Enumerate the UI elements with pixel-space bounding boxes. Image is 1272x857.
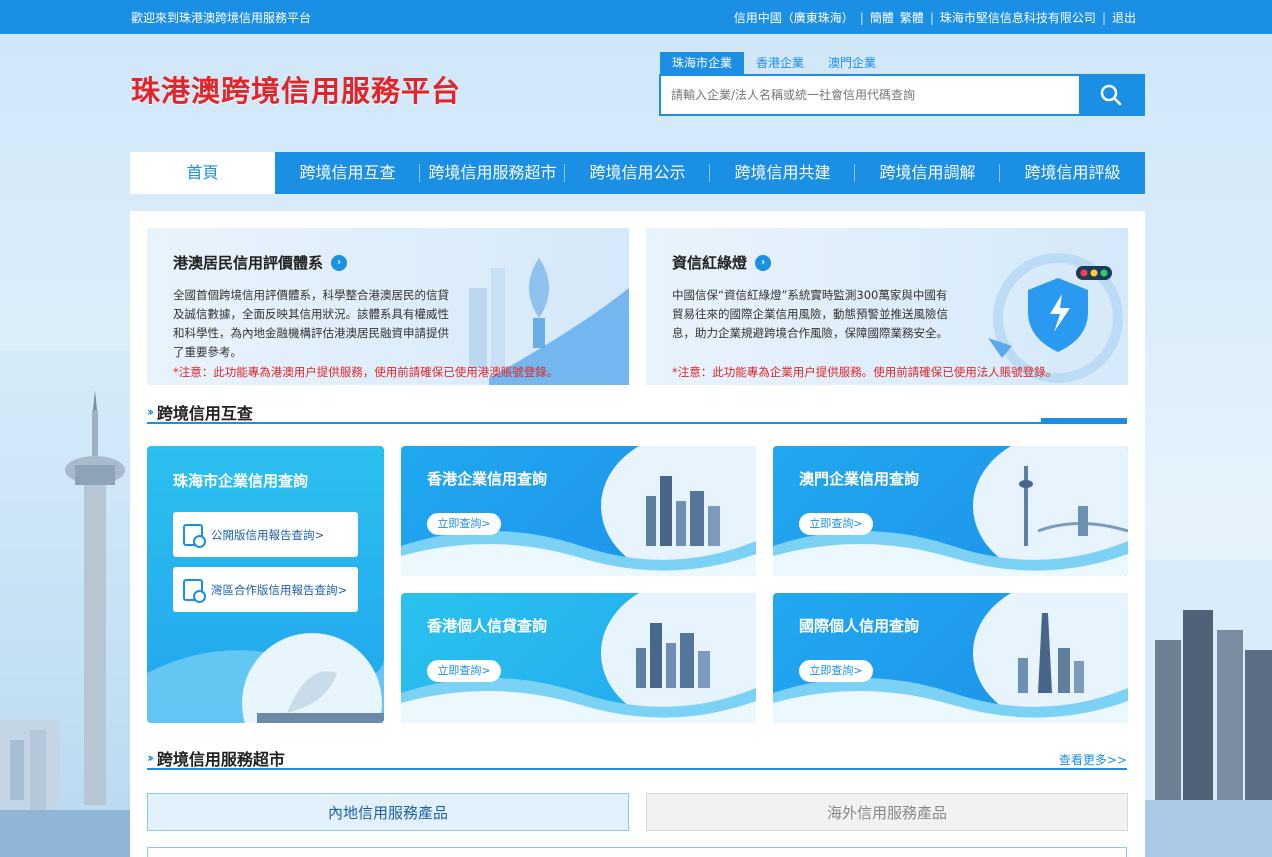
- separator: |: [1101, 10, 1106, 25]
- header-accent: [1041, 418, 1127, 424]
- nav-co-build[interactable]: 跨境信用共建: [710, 152, 855, 194]
- region-link[interactable]: 信用中國（廣東珠海）: [734, 9, 854, 26]
- report-search-icon: [183, 578, 206, 603]
- arrow-right-icon: ›: [755, 254, 772, 271]
- separator: |: [859, 10, 864, 25]
- lang-simplified-link[interactable]: 簡體: [870, 9, 894, 26]
- double-chevron-icon: ››: [147, 751, 154, 765]
- company-link[interactable]: 珠海市堅信信息科技有限公司: [940, 9, 1096, 26]
- top-bar: 歡迎來到珠港澳跨境信用服務平台 信用中國（廣東珠海） | 簡體 繁體 | 珠海市…: [0, 0, 1272, 34]
- nav-mutual-check[interactable]: 跨境信用互查: [275, 152, 420, 194]
- card-title: 國際個人信用查詢: [799, 617, 920, 635]
- lang-traditional-link[interactable]: 繁體: [900, 9, 924, 26]
- top-links: 信用中國（廣東珠海） | 簡體 繁體 | 珠海市堅信信息科技有限公司 | 退出: [734, 9, 1136, 26]
- card-hongkong-enterprise[interactable]: 香港企業信用查詢 立即查詢>: [401, 446, 756, 576]
- search-tab-hongkong[interactable]: 香港企業: [744, 52, 816, 74]
- shield-icon: [988, 253, 1123, 383]
- separator: |: [929, 10, 934, 25]
- query-now-button[interactable]: 立即查詢>: [799, 660, 873, 682]
- section-title: ›› 跨境信用服務超市: [147, 750, 285, 769]
- nav-public-notice[interactable]: 跨境信用公示: [565, 152, 710, 194]
- feature-traffic-light[interactable]: 資信紅綠燈 › 中國信保“資信紅綠燈”系統實時監測300萬家與中國有貿易往來的國際…: [646, 228, 1128, 385]
- card-macau-enterprise[interactable]: 澳門企業信用查詢 立即查詢>: [773, 446, 1128, 576]
- card-zhuhai-enterprise: 珠海市企業信用查詢 公開版信用報告查詢> 灣區合作版信用報告查詢>: [147, 446, 384, 723]
- arrow-right-icon: ›: [331, 254, 348, 271]
- card-title: 香港企業信用查詢: [427, 470, 548, 488]
- report-search-icon: [183, 523, 206, 548]
- bauhinia-sculpture-illustration: [469, 258, 629, 385]
- search-input[interactable]: [661, 76, 1079, 114]
- macau-tower-illustration: [0, 350, 130, 857]
- query-now-button[interactable]: 立即查詢>: [799, 513, 873, 535]
- search-box: [659, 74, 1145, 116]
- search-icon: [1100, 84, 1122, 106]
- query-now-button[interactable]: 立即查詢>: [427, 513, 501, 535]
- public-report-button[interactable]: 公開版信用報告查詢>: [173, 512, 358, 557]
- product-list-container: [147, 847, 1127, 857]
- card-title: 香港個人信貸查詢: [427, 617, 548, 635]
- section-header-mutual-check: ›› 跨境信用互查: [147, 400, 1127, 424]
- search-tabs: 珠海市企業 香港企業 澳門企業: [660, 52, 888, 74]
- search-button[interactable]: [1079, 76, 1143, 114]
- query-now-button[interactable]: 立即查詢>: [427, 660, 501, 682]
- search-tab-zhuhai[interactable]: 珠海市企業: [660, 52, 745, 74]
- feature-desc: 中國信保“資信紅綠燈”系統實時監測300萬家與中國有貿易往來的國際企業信用風險，…: [672, 288, 948, 340]
- logout-link[interactable]: 退出: [1112, 9, 1136, 26]
- card-title: 澳門企業信用查詢: [799, 470, 920, 488]
- tab-overseas-products[interactable]: 海外信用服務產品: [646, 793, 1128, 831]
- feature-desc: 全國首個跨境信用評價體系，科學整合港澳居民的信貸及誠信數據，全面反映其信用狀況。…: [173, 288, 449, 359]
- opera-house-illustration: [147, 633, 384, 723]
- section-title: ›› 跨境信用互查: [147, 404, 253, 423]
- city-buildings-illustration: [1145, 560, 1272, 857]
- search-tab-macau[interactable]: 澳門企業: [816, 52, 888, 74]
- welcome-text: 歡迎來到珠港澳跨境信用服務平台: [131, 11, 312, 25]
- nav-home[interactable]: 首頁: [130, 152, 275, 194]
- card-title: 珠海市企業信用查詢: [173, 472, 309, 490]
- double-chevron-icon: ››: [147, 405, 154, 419]
- feature-resident-credit[interactable]: 港澳居民信用評價體系 › 全國首個跨境信用評價體系，科學整合港澳居民的信貸及誠信數…: [147, 228, 629, 385]
- feature-note: *注意：此功能專為港澳用户提供服務，使用前請確保已使用港澳賬號登錄。: [173, 365, 559, 379]
- view-more-link[interactable]: 查看更多>>: [1059, 751, 1127, 768]
- feature-note: *注意：此功能專為企業用户提供服務。使用前請確保已使用法人賬號登錄。: [672, 365, 1058, 379]
- bay-area-report-button[interactable]: 灣區合作版信用報告查詢>: [173, 567, 358, 612]
- card-hongkong-personal[interactable]: 香港個人信貸查詢 立即查詢>: [401, 593, 756, 723]
- nav-mediation[interactable]: 跨境信用調解: [855, 152, 1000, 194]
- nav-service-market[interactable]: 跨境信用服務超市: [420, 152, 565, 194]
- tab-domestic-products[interactable]: 內地信用服務產品: [147, 793, 629, 831]
- section-header-market: ›› 跨境信用服務超市 查看更多>>: [147, 746, 1127, 770]
- main-panel: 港澳居民信用評價體系 › 全國首個跨境信用評價體系，科學整合港澳居民的信貸及誠信數…: [130, 211, 1145, 857]
- feature-title: 港澳居民信用評價體系 ›: [173, 252, 348, 273]
- nav-rating[interactable]: 跨境信用評級: [1000, 152, 1145, 194]
- feature-title: 資信紅綠燈 ›: [672, 252, 772, 273]
- card-international-personal[interactable]: 國際個人信用查詢 立即查詢>: [773, 593, 1128, 723]
- main-nav: 首頁 跨境信用互查 跨境信用服務超市 跨境信用公示 跨境信用共建 跨境信用調解 …: [130, 152, 1145, 194]
- site-logo[interactable]: 珠港澳跨境信用服務平台: [131, 68, 461, 110]
